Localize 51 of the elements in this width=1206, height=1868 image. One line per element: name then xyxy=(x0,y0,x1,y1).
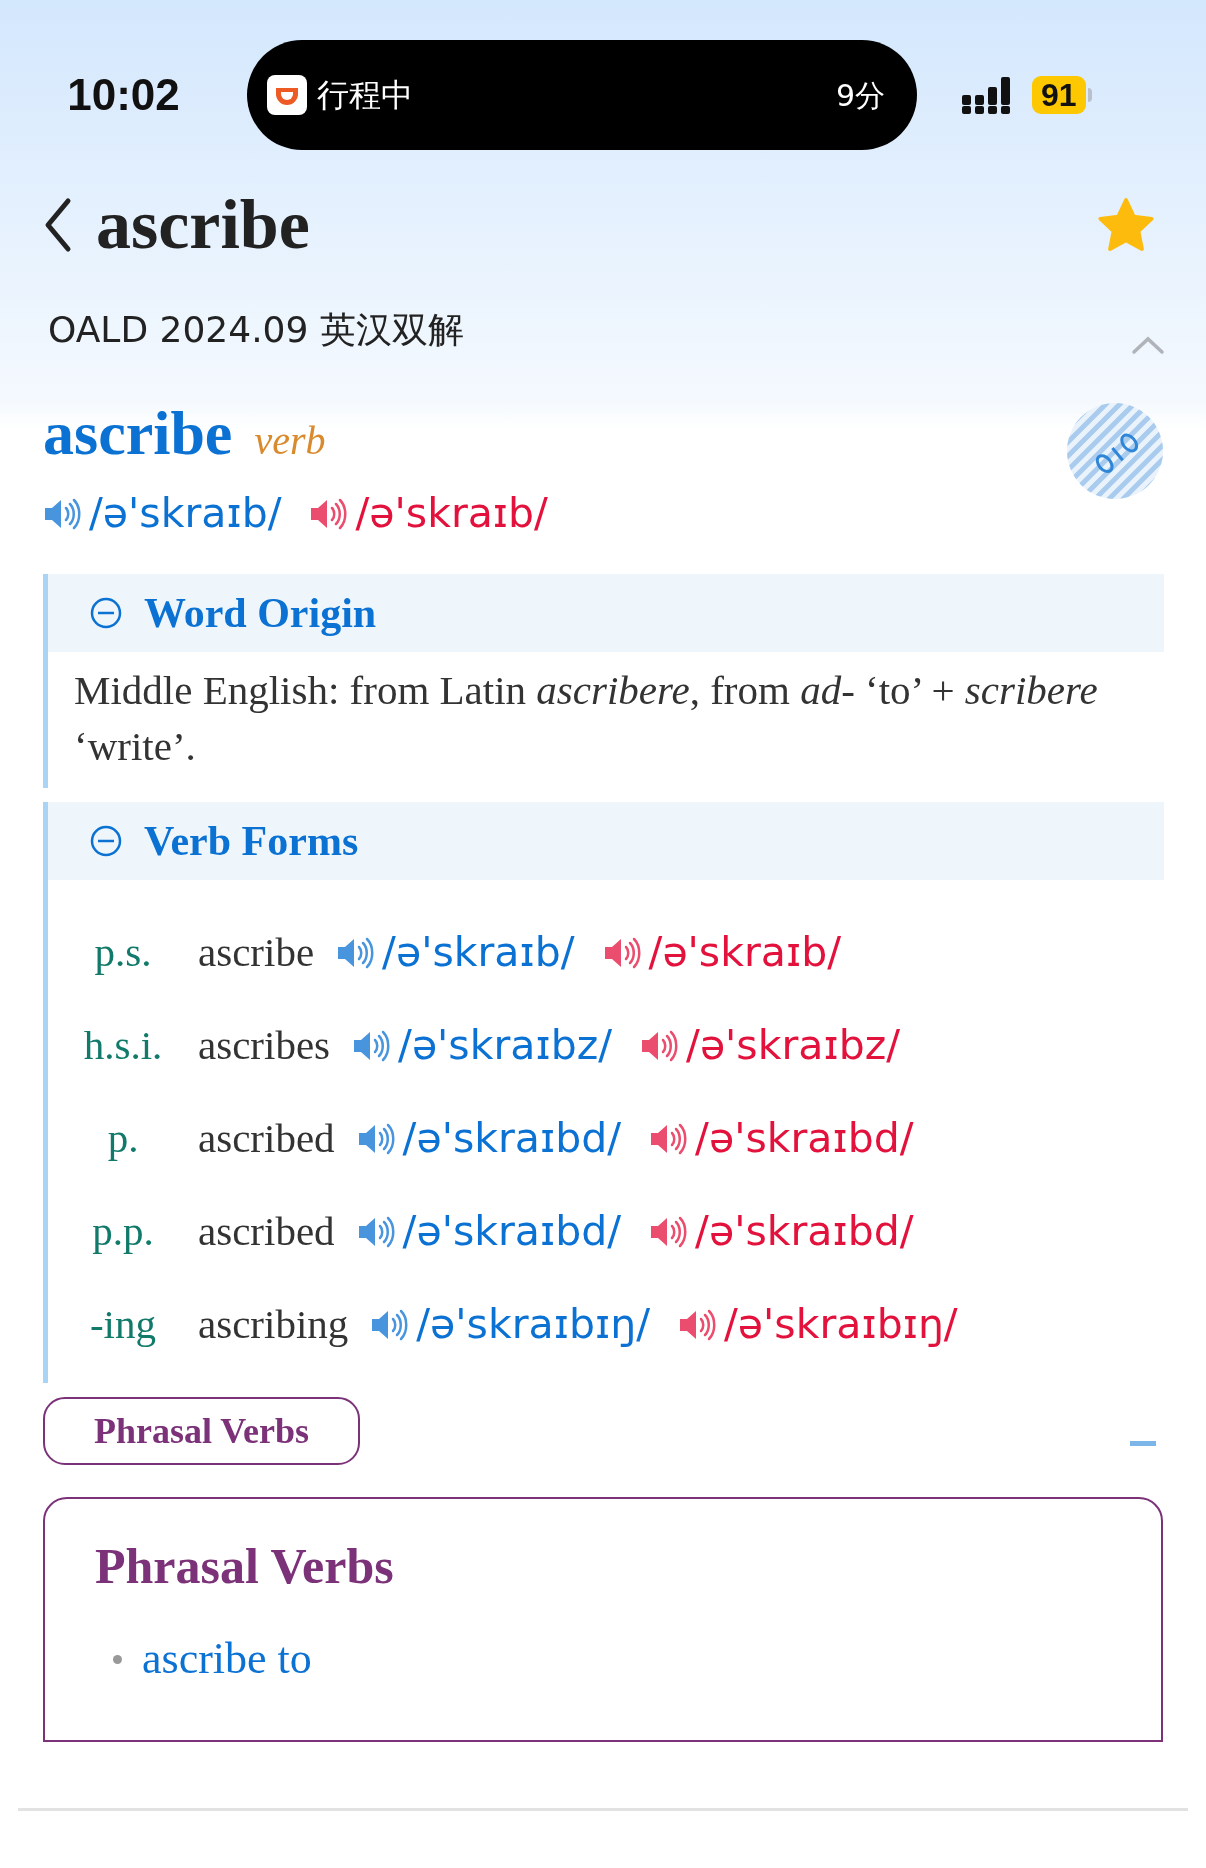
section-title: Word Origin xyxy=(144,588,377,638)
part-of-speech: verb xyxy=(254,417,326,465)
collapse-icon[interactable] xyxy=(90,597,122,629)
pronunciation: /ə'skraɪbɪŋ/ xyxy=(724,1304,958,1345)
app-icon xyxy=(267,75,307,115)
phrasal-verbs-tab[interactable]: Phrasal Verbs xyxy=(43,1397,360,1465)
collapse-icon[interactable] xyxy=(90,825,122,857)
speaker-icon[interactable] xyxy=(678,1307,718,1342)
card-title: Phrasal Verbs xyxy=(95,1537,395,1596)
chevron-up-icon[interactable] xyxy=(1130,334,1166,356)
battery-cap-icon xyxy=(1087,88,1092,102)
pronunciation: /ə'skraɪbz/ xyxy=(686,1025,901,1066)
speaker-icon[interactable] xyxy=(43,496,83,531)
form-label: -ing xyxy=(88,1299,157,1349)
activity-pill[interactable]: 行程中 9分 xyxy=(247,40,917,150)
activity-label: 行程中 xyxy=(317,75,413,116)
verb-form: ascribed xyxy=(198,1113,335,1163)
speaker-icon[interactable] xyxy=(356,1214,397,1249)
pronunciation: /ə'skraɪb/ xyxy=(382,932,575,973)
verb-form: ascribe xyxy=(198,927,315,977)
pronunciation: /ə'skraɪbd/ xyxy=(695,1118,914,1159)
page-title: ascribe xyxy=(96,190,310,260)
pronunciation: /ə'skraɪbd/ xyxy=(402,1118,622,1159)
form-label: p. xyxy=(106,1113,140,1163)
origin-text: Middle English: from Latin ascribere, from ad- ‘to’ + scribere ‘write’. xyxy=(73,666,1099,771)
form-label: h.s.i. xyxy=(82,1020,164,1070)
pronunciation: /ə'skraɪbd/ xyxy=(695,1211,914,1252)
pronunciation: /ə'skraɪbd/ xyxy=(402,1211,622,1252)
pronunciation: /ə'skraɪbɪŋ/ xyxy=(416,1304,650,1345)
pronunciation: /ə'skraɪb/ xyxy=(89,493,282,534)
verb-form: ascribed xyxy=(198,1206,335,1256)
pronunciation: /ə'skraɪb/ xyxy=(648,932,842,973)
section-header[interactable]: Verb Forms xyxy=(48,802,1164,880)
status-time: 10:02 xyxy=(66,69,181,121)
pronunciation: /ə'skraɪb/ xyxy=(355,493,548,534)
section-title: Verb Forms xyxy=(144,816,359,866)
verb-form: ascribes xyxy=(198,1020,331,1070)
section-header[interactable]: Word Origin xyxy=(48,574,1164,652)
star-icon[interactable] xyxy=(1096,196,1156,254)
speaker-icon[interactable] xyxy=(602,935,643,970)
pronunciation: /ə'skraɪbz/ xyxy=(398,1025,613,1066)
bullet-icon xyxy=(113,1654,122,1664)
activity-duration: 9分 xyxy=(835,76,885,115)
form-label: p.p. xyxy=(91,1206,155,1256)
verb-form: ascribing xyxy=(198,1299,349,1349)
dictionary-name: OALD 2024.09 英汉双解 xyxy=(48,308,464,352)
headword: ascribe xyxy=(43,402,233,464)
phrasal-verb-link[interactable]: ascribe to xyxy=(142,1626,312,1692)
speaker-icon[interactable] xyxy=(356,1121,397,1156)
form-label: p.s. xyxy=(93,927,153,977)
battery-level: 91 xyxy=(1032,76,1086,114)
